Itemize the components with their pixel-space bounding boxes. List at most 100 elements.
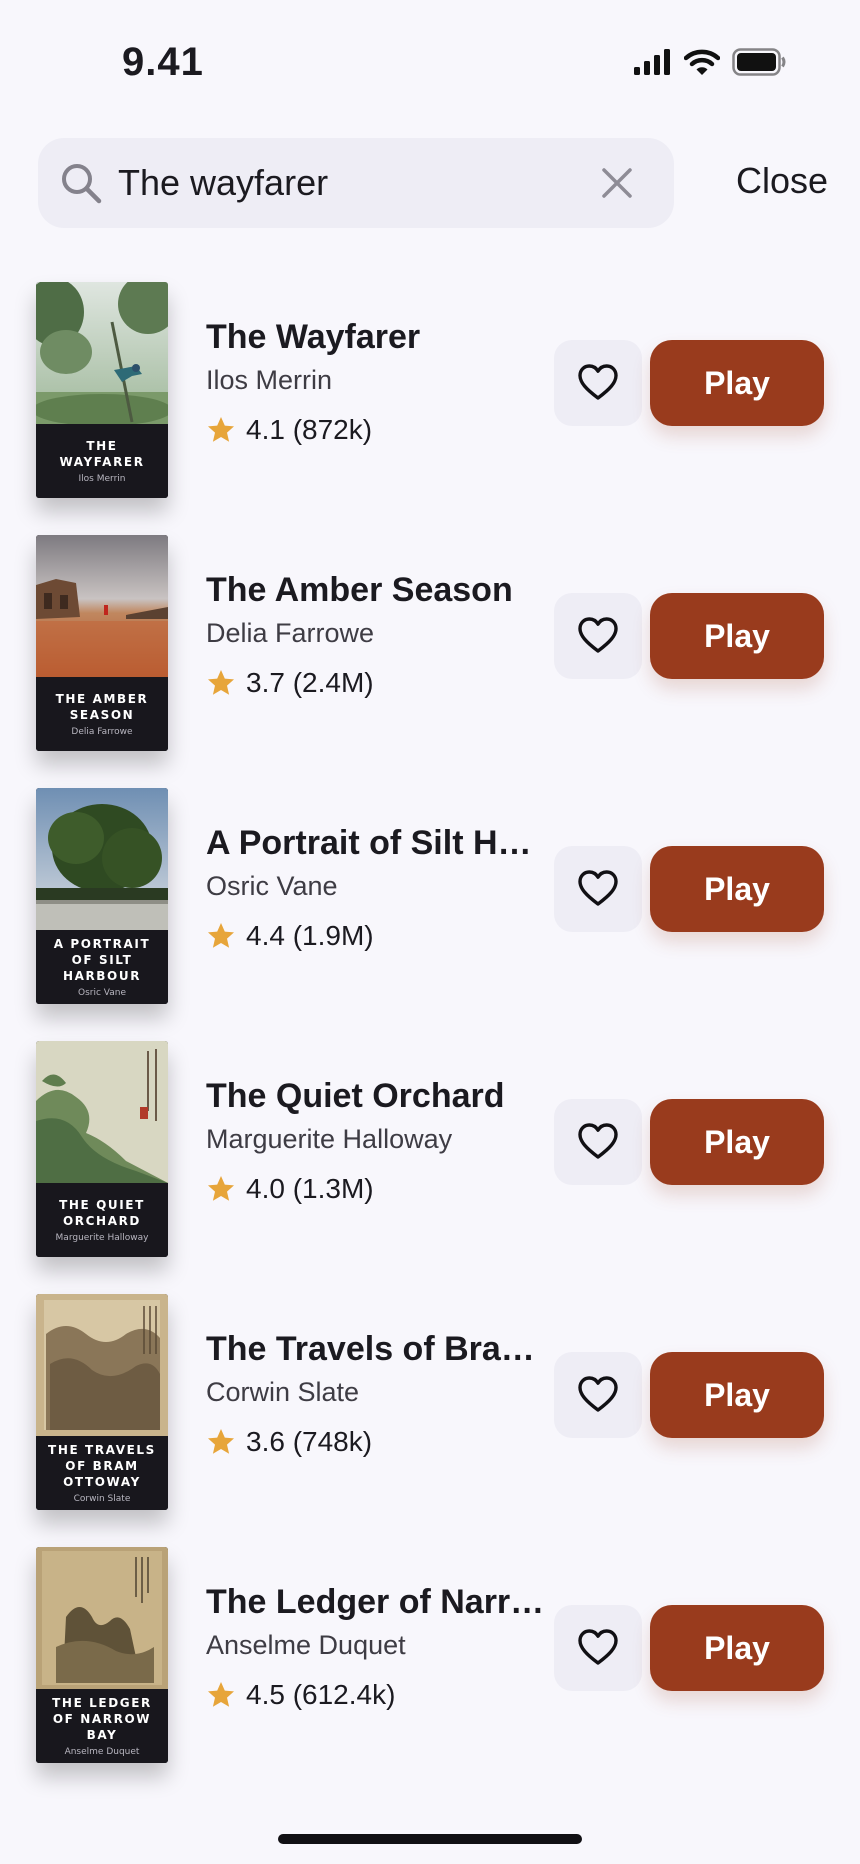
cover-author: Ilos Merrin [78, 474, 126, 484]
rating: 4.4 (1.9M) [206, 920, 546, 952]
cover-image [36, 788, 168, 930]
star-icon [208, 923, 234, 948]
cover-author: Corwin Slate [73, 1494, 131, 1504]
heart-icon [578, 1376, 618, 1412]
book-author: Osric Vane [206, 871, 338, 901]
book-author: Anselme Duquet [206, 1630, 406, 1660]
cover-title: THE QUIET ORCHARD [59, 1198, 145, 1228]
star-icon [208, 1429, 234, 1454]
book-title[interactable]: A Portrait of Silt Har... [206, 824, 546, 863]
rating: 4.0 (1.3M) [206, 1173, 546, 1205]
cover-label: THE WAYFARER Ilos Merrin [36, 424, 168, 498]
book-title[interactable]: The Travels of Bram ... [206, 1330, 546, 1369]
rating-text: 4.5 (612.4k) [246, 1679, 396, 1710]
cover-title: THE TRAVELS OF BRAM OTTOWAY [48, 1443, 156, 1489]
rating: 4.1 (872k) [206, 414, 546, 446]
book-title[interactable]: The Wayfarer [206, 318, 546, 357]
star-icon [208, 1682, 234, 1707]
cover-author: Osric Vane [78, 988, 126, 998]
status-icons [634, 48, 786, 76]
cover-title: THE LEDGER OF NARROW BAY [52, 1696, 152, 1742]
book-cover[interactable]: THE TRAVELS OF BRAM OTTOWAY Corwin Slate [36, 1294, 168, 1510]
list-item[interactable]: THE TRAVELS OF BRAM OTTOWAY Corwin Slate… [0, 1294, 860, 1547]
home-indicator[interactable] [278, 1834, 582, 1844]
book-author: Ilos Merrin [206, 365, 333, 395]
cover-author: Delia Farrowe [71, 727, 133, 737]
book-info: A Portrait of Silt Har... Osric Vane 4.4… [206, 824, 546, 952]
rating: 3.6 (748k) [206, 1426, 546, 1458]
rating-text: 4.4 (1.9M) [246, 920, 374, 951]
cover-label: THE LEDGER OF NARROW BAY Anselme Duquet [36, 1689, 168, 1763]
rating-text: 4.1 (872k) [246, 414, 373, 445]
favorite-button[interactable] [554, 846, 642, 932]
wifi-icon [684, 49, 720, 75]
list-item[interactable]: A PORTRAIT OF SILT HARBOUR Osric Vane A … [0, 788, 860, 1041]
book-author: Marguerite Halloway [206, 1124, 453, 1154]
cover-label: THE QUIET ORCHARD Marguerite Halloway [36, 1183, 168, 1257]
book-title[interactable]: The Ledger of Narro... [206, 1583, 546, 1622]
cover-label: A PORTRAIT OF SILT HARBOUR Osric Vane [36, 930, 168, 1004]
clear-search-icon[interactable] [598, 164, 636, 202]
book-cover[interactable]: THE QUIET ORCHARD Marguerite Halloway [36, 1041, 168, 1257]
cover-image [36, 535, 168, 677]
cover-title: THE WAYFARER [59, 439, 145, 469]
book-info: The Amber Season Delia Farrowe 3.7 (2.4M… [206, 571, 546, 699]
cellular-signal-icon [634, 49, 670, 75]
rating-text: 3.7 (2.4M) [246, 667, 374, 698]
book-cover[interactable]: THE WAYFARER Ilos Merrin [36, 282, 168, 498]
rating: 3.7 (2.4M) [206, 667, 546, 699]
cover-image [36, 1041, 168, 1183]
book-author: Corwin Slate [206, 1377, 360, 1407]
search-box[interactable] [38, 138, 674, 228]
rating: 4.5 (612.4k) [206, 1679, 546, 1711]
play-button[interactable]: Play [650, 593, 824, 679]
cover-image [36, 1294, 168, 1436]
favorite-button[interactable] [554, 1099, 642, 1185]
cover-label: THE AMBER SEASON Delia Farrowe [36, 677, 168, 751]
rating-text: 3.6 (748k) [246, 1426, 373, 1457]
book-info: The Travels of Bram ... Corwin Slate 3.6… [206, 1330, 546, 1458]
favorite-button[interactable] [554, 1352, 642, 1438]
heart-icon [578, 870, 618, 906]
book-info: The Quiet Orchard Marguerite Halloway 4.… [206, 1077, 546, 1205]
search-row: Close [38, 138, 828, 228]
close-button[interactable]: Close [736, 160, 828, 202]
play-button[interactable]: Play [650, 846, 824, 932]
book-info: The Wayfarer Ilos Merrin 4.1 (872k) [206, 318, 546, 446]
list-item[interactable]: THE AMBER SEASON Delia Farrowe The Amber… [0, 535, 860, 788]
search-results-screen: 9.41 The wayfarer Close THE WAYFARER Ilo… [0, 0, 860, 1864]
cover-author: Marguerite Halloway [55, 1233, 149, 1243]
play-button[interactable]: Play [650, 1605, 824, 1691]
star-icon [208, 1176, 234, 1201]
heart-icon [578, 1123, 618, 1159]
rating-text: 4.0 (1.3M) [246, 1173, 374, 1204]
book-cover[interactable]: THE LEDGER OF NARROW BAY Anselme Duquet [36, 1547, 168, 1763]
play-button[interactable]: Play [650, 1099, 824, 1185]
results-list: THE WAYFARER Ilos Merrin The Wayfarer Il… [0, 282, 860, 1800]
list-item[interactable]: THE WAYFARER Ilos Merrin The Wayfarer Il… [0, 282, 860, 535]
book-author: Delia Farrowe [206, 618, 375, 648]
heart-icon [578, 364, 618, 400]
star-icon [208, 670, 234, 695]
play-button[interactable]: Play [650, 1352, 824, 1438]
favorite-button[interactable] [554, 593, 642, 679]
book-cover[interactable]: THE AMBER SEASON Delia Farrowe [36, 535, 168, 751]
book-title[interactable]: The Quiet Orchard [206, 1077, 546, 1116]
play-button[interactable]: Play [650, 340, 824, 426]
battery-icon [732, 48, 786, 76]
search-input[interactable] [118, 158, 588, 208]
favorite-button[interactable] [554, 1605, 642, 1691]
list-item[interactable]: THE LEDGER OF NARROW BAY Anselme Duquet … [0, 1547, 860, 1800]
cover-label: THE TRAVELS OF BRAM OTTOWAY Corwin Slate [36, 1436, 168, 1510]
cover-image [36, 1547, 168, 1689]
star-icon [208, 417, 234, 442]
cover-image [36, 282, 168, 424]
book-cover[interactable]: A PORTRAIT OF SILT HARBOUR Osric Vane [36, 788, 168, 1004]
favorite-button[interactable] [554, 340, 642, 426]
search-icon [62, 164, 102, 204]
book-info: The Ledger of Narro... Anselme Duquet 4.… [206, 1583, 546, 1711]
list-item[interactable]: THE QUIET ORCHARD Marguerite Halloway Th… [0, 1041, 860, 1294]
book-title[interactable]: The Amber Season [206, 571, 546, 610]
status-time: 9.41 [122, 40, 204, 84]
cover-title: A PORTRAIT OF SILT HARBOUR [53, 937, 151, 983]
